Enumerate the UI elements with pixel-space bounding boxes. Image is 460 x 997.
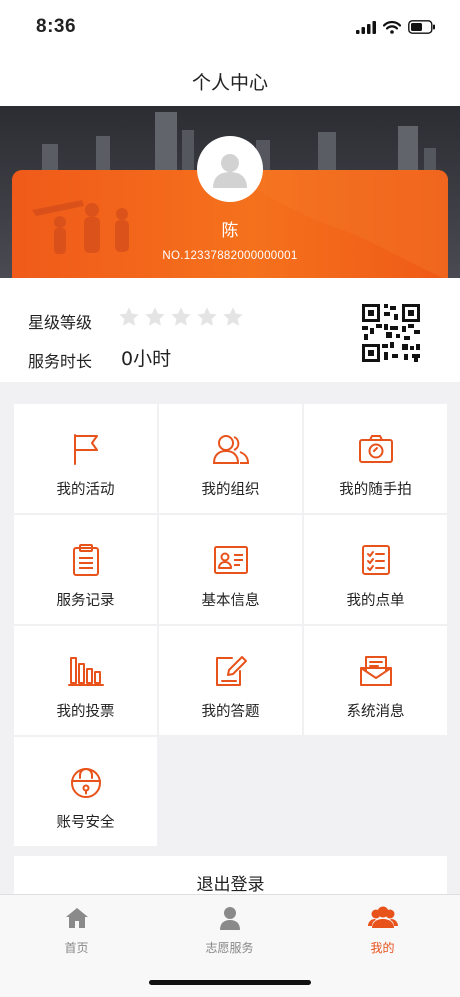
profile-stats: 星级等级 服务时长 0小时 (0, 278, 460, 382)
profile-banner: 陈 NO.12337882000000001 (0, 106, 460, 278)
tab-volunteer-service[interactable]: 志愿服务 (153, 905, 306, 956)
tab-label: 首页 (64, 941, 89, 955)
menu-item-label: 服务记录 (56, 593, 115, 609)
menu-item-my-votes[interactable]: 我的投票 (14, 626, 157, 735)
menu-item-account-security[interactable]: 账号安全 (14, 737, 157, 846)
service-hours-label: 服务时长 (28, 352, 93, 371)
envelope-icon (359, 656, 392, 686)
edit-note-icon (215, 656, 247, 686)
status-bar: 8:36 (0, 0, 460, 56)
menu-item-my-orders[interactable]: 我的点单 (304, 515, 447, 624)
signal-icon (356, 20, 376, 34)
users-icon (367, 906, 398, 928)
service-hours-value: 0小时 (121, 348, 172, 370)
user-number: NO.12337882000000001 (162, 250, 298, 262)
menu-item-my-organization[interactable]: 我的组织 (159, 404, 302, 513)
menu-item-my-activities[interactable]: 我的活动 (14, 404, 157, 513)
star-rating (118, 306, 244, 328)
home-icon (65, 908, 88, 928)
menu-item-label: 我的投票 (56, 704, 115, 720)
menu-item-label: 我的随手拍 (339, 482, 412, 498)
nav-bar: 个人中心 (0, 56, 460, 106)
tab-label: 志愿服务 (205, 941, 254, 955)
menu-item-label: 我的点单 (346, 593, 405, 609)
battery-icon (408, 20, 435, 34)
wifi-icon (383, 20, 401, 34)
clipboard-icon (72, 544, 99, 576)
menu-item-system-messages[interactable]: 系统消息 (304, 626, 447, 735)
menu-item-label: 系统消息 (346, 704, 405, 720)
star-icon (171, 307, 191, 326)
status-icons (356, 20, 436, 34)
tab-label: 我的 (370, 941, 395, 955)
user-avatar-icon (213, 154, 247, 188)
checklist-icon (361, 545, 390, 575)
star-icon (145, 307, 165, 326)
status-time: 8:36 (36, 16, 77, 37)
menu-item-basic-info[interactable]: 基本信息 (159, 515, 302, 624)
menu-item-label: 我的答题 (201, 704, 260, 720)
group-icon (212, 435, 249, 464)
menu-item-label: 基本信息 (201, 593, 260, 609)
menu-item-my-answers[interactable]: 我的答题 (159, 626, 302, 735)
star-icon (223, 307, 243, 326)
tab-home[interactable]: 首页 (0, 905, 153, 956)
person-icon (219, 907, 240, 930)
flag-icon (73, 434, 98, 465)
menu-item-label: 账号安全 (56, 815, 115, 831)
menu-item-label: 我的组织 (201, 482, 260, 498)
vote-bars-icon (67, 657, 104, 686)
avatar[interactable] (197, 136, 263, 202)
menu-item-label: 我的活动 (56, 482, 115, 498)
id-card-icon (213, 546, 248, 574)
user-name: 陈 (221, 221, 239, 241)
star-level-label: 星级等级 (28, 313, 93, 332)
tab-mine[interactable]: 我的 (306, 905, 459, 956)
menu-item-service-records[interactable]: 服务记录 (14, 515, 157, 624)
star-icon (197, 307, 217, 326)
page-title: 个人中心 (191, 72, 268, 94)
menu-item-my-snapshots[interactable]: 我的随手拍 (304, 404, 447, 513)
qr-code-icon[interactable] (362, 304, 420, 362)
home-indicator (149, 980, 311, 985)
star-icon (119, 307, 139, 326)
camera-icon (358, 435, 393, 463)
lock-icon (70, 768, 101, 798)
